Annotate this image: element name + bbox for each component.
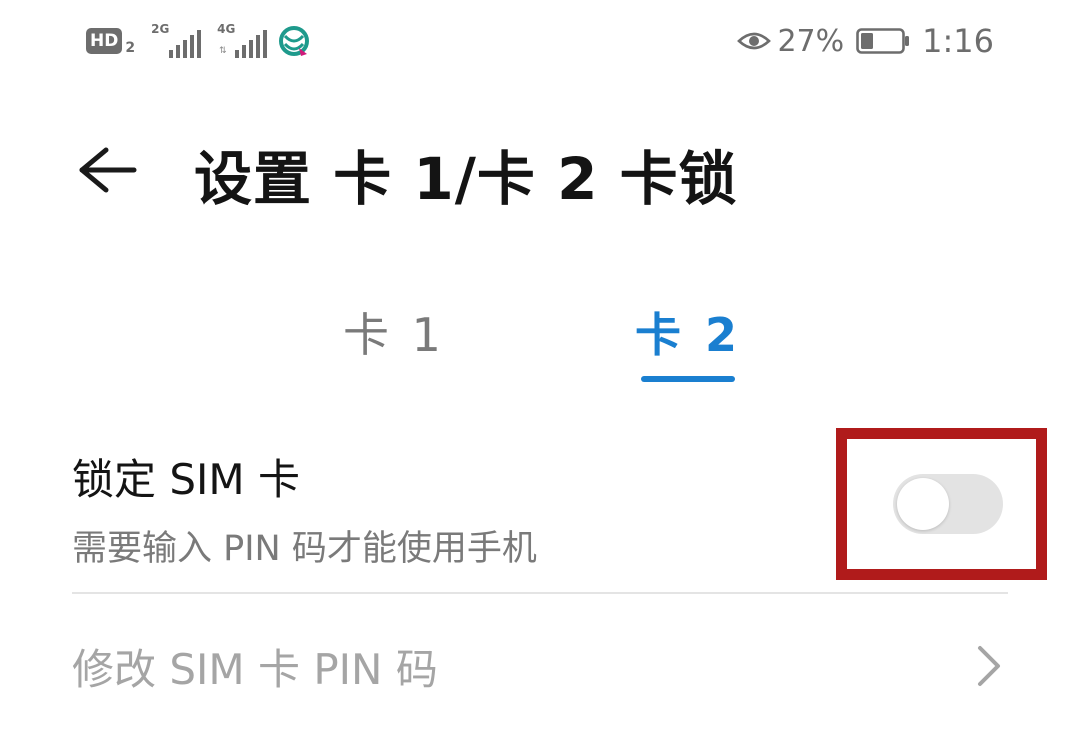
divider: [72, 592, 1008, 594]
toggle-knob: [897, 478, 949, 530]
tab-label: 卡 2: [634, 308, 742, 362]
hd-label: HD: [86, 28, 123, 54]
lock-sim-title: 锁定 SIM 卡: [72, 455, 300, 504]
clock: 1:16: [922, 22, 994, 60]
page-title: 设置 卡 1/卡 2 卡锁: [194, 145, 738, 213]
battery-icon: [856, 28, 910, 54]
change-pin-label: 修改 SIM 卡 PIN 码: [72, 645, 438, 694]
sim-lock-settings-screen: HD 2 2G 4G ⇅ 27% 1:16 设置 卡 1/卡 2 卡锁 卡 1 …: [0, 0, 1080, 732]
battery-percent: 27%: [777, 23, 845, 59]
back-button[interactable]: [70, 140, 142, 200]
signal-bars-icon: [235, 30, 268, 58]
hd-sub-label: 2: [125, 40, 136, 56]
data-arrows-icon: ⇅: [219, 46, 227, 56]
lock-sim-description: 需要输入 PIN 码才能使用手机: [72, 529, 537, 569]
network-type-2: 4G: [217, 22, 236, 36]
app-bar: 设置 卡 1/卡 2 卡锁: [0, 110, 1080, 230]
carrier-logo-icon: [279, 26, 310, 56]
hd-voice-icon: HD 2: [86, 26, 135, 56]
chevron-right-icon: [978, 646, 1000, 686]
change-pin-row[interactable]: 修改 SIM 卡 PIN 码: [72, 606, 1008, 722]
back-arrow-icon: [79, 147, 137, 193]
status-bar-left: HD 2 2G 4G ⇅: [86, 22, 311, 60]
sim2-signal: 4G ⇅: [217, 22, 268, 58]
signal-bars-icon: [169, 30, 202, 58]
sim-tabs: 卡 1 卡 2: [0, 300, 1080, 390]
tab-label: 卡 1: [343, 308, 445, 362]
eye-comfort-icon: [737, 32, 772, 50]
status-bar-right: 27% 1:16: [737, 20, 994, 62]
network-type-1: 2G: [151, 22, 170, 36]
tab-sim-2[interactable]: 卡 2: [578, 300, 798, 390]
lock-sim-toggle[interactable]: [893, 474, 1003, 534]
tab-sim-1[interactable]: 卡 1: [284, 300, 504, 390]
sim1-signal: 2G: [151, 22, 202, 58]
tab-active-indicator: [641, 376, 735, 382]
status-bar: HD 2 2G 4G ⇅ 27% 1:16: [0, 0, 1080, 84]
